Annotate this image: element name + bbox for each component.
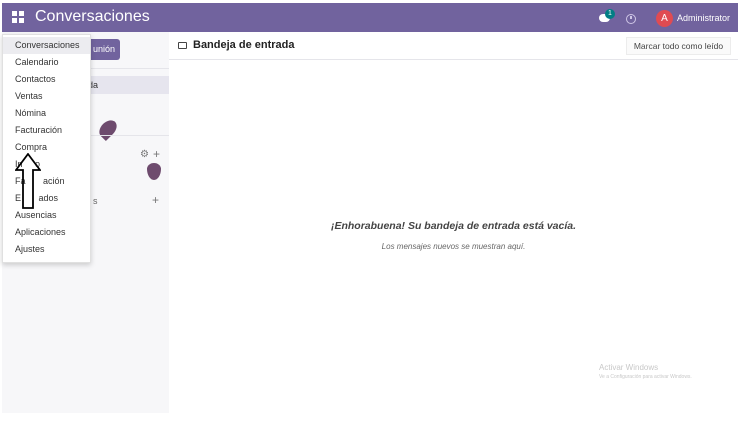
user-menu[interactable]: Administrator — [677, 13, 730, 23]
add-channel-icon[interactable]: + — [153, 147, 160, 161]
avatar[interactable]: A — [656, 10, 673, 27]
menu-item-ausencias[interactable]: Ausencias — [3, 207, 90, 224]
menu-item-ventas[interactable]: Ventas — [3, 88, 90, 105]
menu-item-nomina[interactable]: Nómina — [3, 105, 90, 122]
app-title: Conversaciones — [35, 8, 150, 25]
windows-watermark-title: Activar Windows — [599, 363, 659, 372]
chat-icon[interactable]: 1 — [599, 9, 617, 27]
menu-item-facturacion[interactable]: Facturación — [3, 122, 90, 139]
apps-grid-icon[interactable] — [12, 11, 24, 23]
activity-clock-icon[interactable] — [626, 14, 636, 24]
gear-icon[interactable]: ⚙ — [140, 149, 149, 160]
add-chat-icon[interactable]: + — [152, 193, 159, 207]
page-title: Bandeja de entrada — [193, 39, 295, 51]
menu-item-calendario[interactable]: Calendario — [3, 54, 90, 71]
empty-state-title: ¡Enhorabuena! Su bandeja de entrada está… — [330, 220, 577, 232]
windows-watermark-subtitle: Ve a Configuración para activar Windows. — [599, 374, 692, 380]
menu-item-contactos[interactable]: Contactos — [3, 71, 90, 88]
apps-dropdown-menu: Conversaciones Calendario Contactos Vent… — [2, 34, 91, 263]
top-navbar: Conversaciones 1 A Administrator — [2, 3, 738, 32]
menu-item-conversaciones[interactable]: Conversaciones — [3, 37, 90, 54]
chat-badge: 1 — [605, 9, 615, 19]
annotation-drop-mark — [147, 163, 161, 180]
menu-item-aplicaciones[interactable]: Aplicaciones — [3, 224, 90, 241]
screen: Conversaciones 1 A Administrator unión d… — [0, 0, 739, 424]
menu-item-ajustes[interactable]: Ajustes — [3, 241, 90, 258]
inbox-icon — [178, 42, 187, 49]
main-header: Bandeja de entrada Marcar todo como leíd… — [169, 32, 738, 60]
annotation-up-arrow-icon — [15, 153, 41, 209]
main-content: Bandeja de entrada Marcar todo como leíd… — [169, 32, 738, 413]
empty-state-subtitle: Los mensajes nuevos se muestran aquí. — [381, 242, 526, 251]
direct-messages-label: s — [93, 196, 98, 206]
annotation-drop-mark — [95, 116, 121, 142]
mark-all-read-button[interactable]: Marcar todo como leído — [626, 37, 731, 55]
